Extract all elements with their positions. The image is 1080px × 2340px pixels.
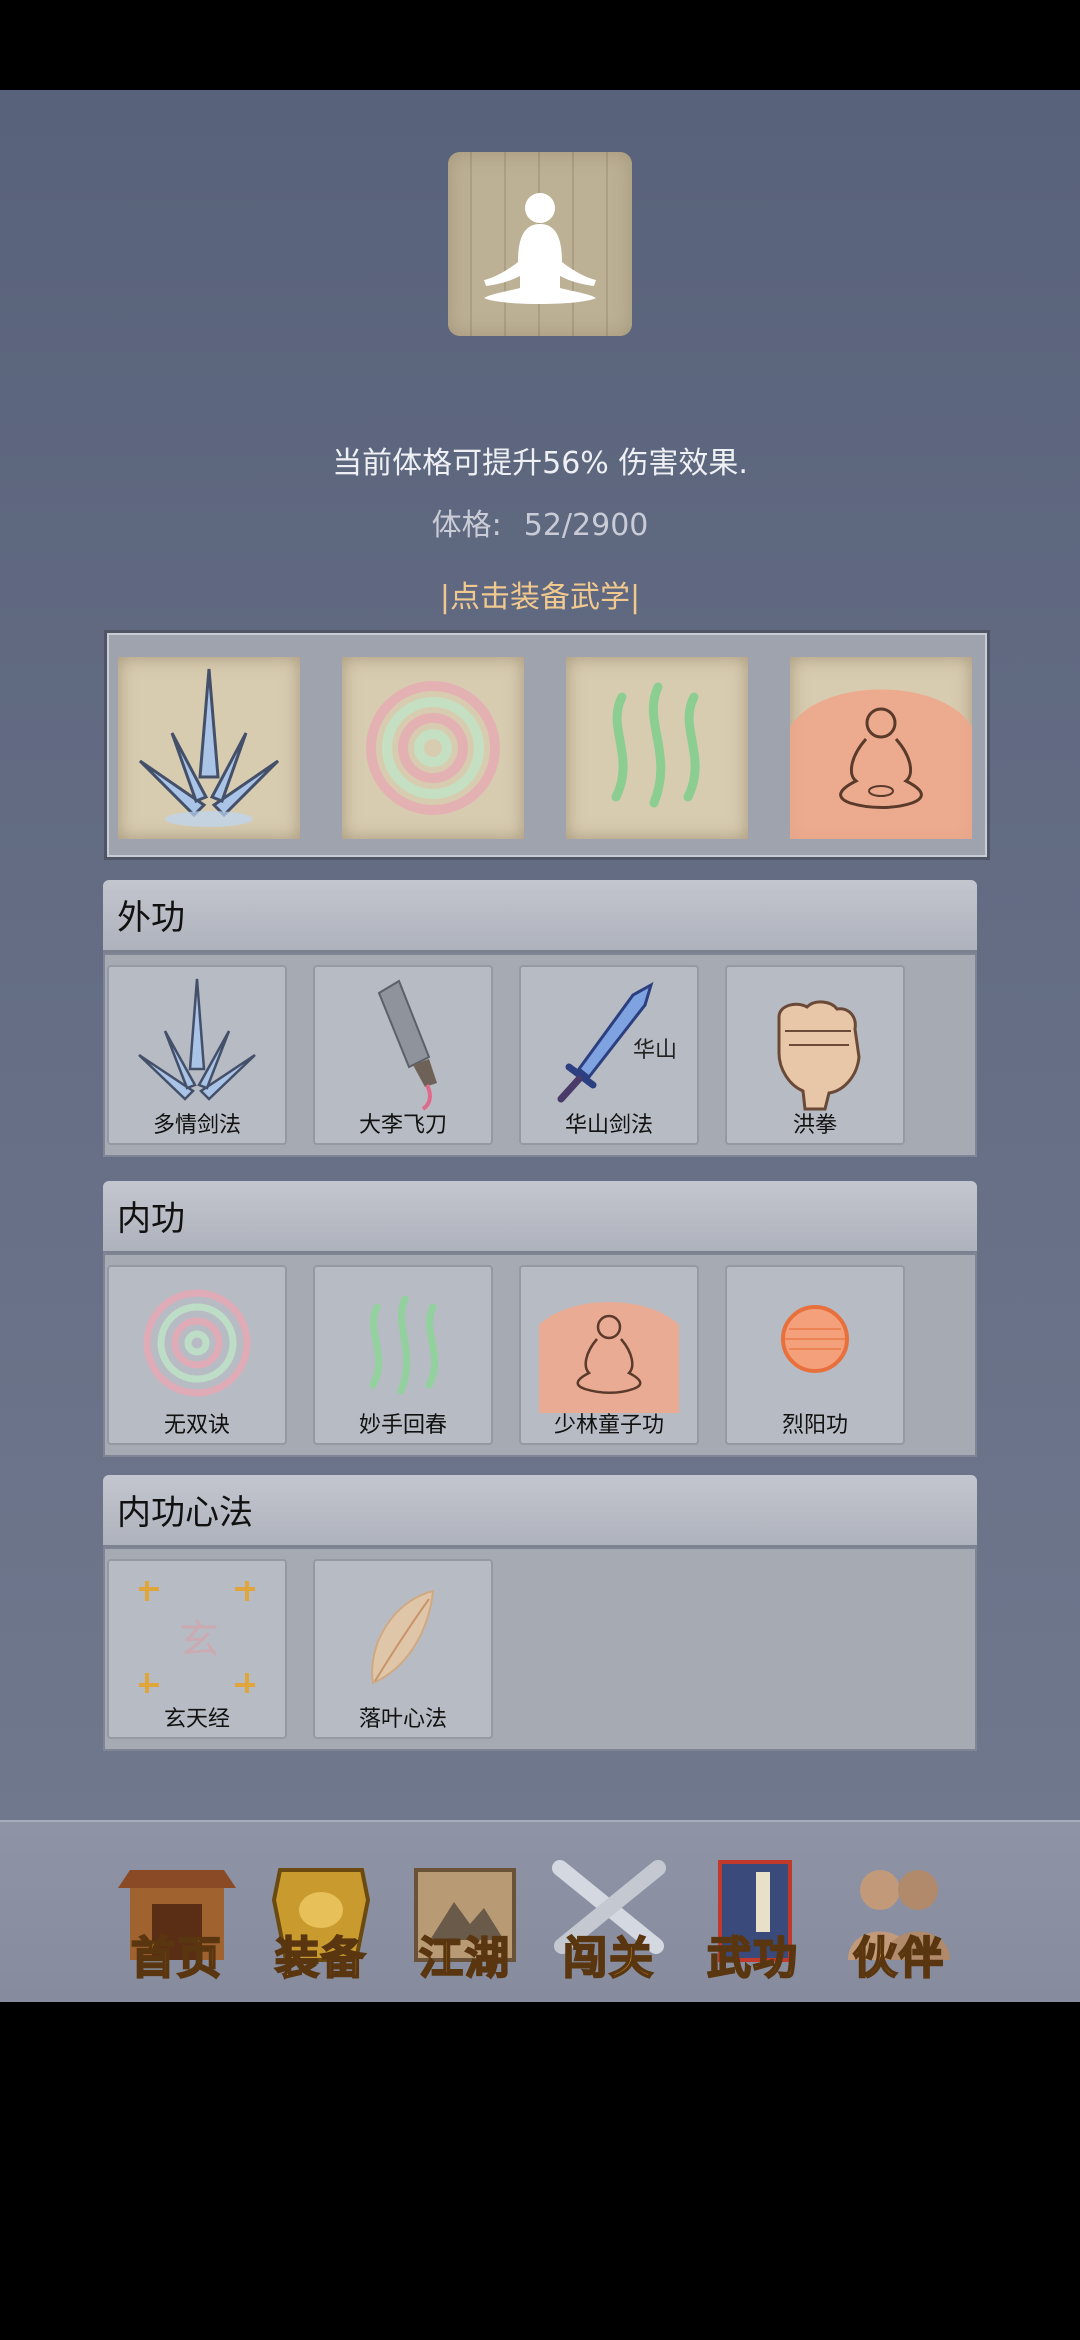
skill-card[interactable]: 大李飞刀: [313, 965, 493, 1145]
section-title: 内功: [117, 1199, 185, 1239]
skill-card[interactable]: 妙手回春: [313, 1265, 493, 1445]
nav-item-martial-arts[interactable]: 武功: [688, 1850, 818, 1985]
skill-label: 洪拳: [792, 1113, 837, 1138]
xuan-seal-icon: 玄: [139, 1581, 255, 1693]
section-title: 外功: [117, 898, 185, 938]
cleaver-icon: [377, 979, 437, 1111]
skill-card[interactable]: 多情剑法: [107, 965, 287, 1145]
nav-label: 首页: [130, 1932, 223, 1985]
skill-label: 大李飞刀: [358, 1113, 447, 1138]
skill-card[interactable]: 华山 华山剑法: [519, 965, 699, 1145]
equipped-skills-bar: [104, 630, 990, 860]
svg-text:玄: 玄: [179, 1617, 219, 1663]
skill-label: 少林童子功: [553, 1413, 664, 1438]
skill-card[interactable]: 无双诀: [107, 1265, 287, 1445]
meditation-figure-icon: [448, 152, 632, 336]
nav-label: 武功: [706, 1932, 799, 1985]
bottom-black-area: [0, 2002, 1080, 2340]
section-header-external: 外功: [103, 880, 977, 953]
section-title: 内功心法: [117, 1493, 253, 1533]
skill-card[interactable]: 少林童子功: [519, 1265, 699, 1445]
skill-card[interactable]: 落叶心法: [313, 1559, 493, 1739]
fist-icon: [777, 1000, 861, 1111]
constitution-label: 体格:: [431, 508, 502, 543]
section-header-mind-methods: 内功心法: [103, 1475, 977, 1548]
skill-card[interactable]: 玄 玄天经: [107, 1559, 287, 1739]
internal-skills-list: 无双诀 妙手回春 少林童子功 烈阳功: [103, 1253, 977, 1457]
nav-label: 江湖: [418, 1932, 511, 1985]
constitution-value: 52/2900: [523, 508, 649, 543]
buddha-aura-icon: [790, 689, 972, 839]
external-skills-list: 多情剑法 大李飞刀 华山 华山剑法 洪拳: [103, 953, 977, 1157]
equip-hint[interactable]: |点击装备武学|: [0, 572, 1080, 616]
spiral-icon: [143, 1289, 251, 1397]
equipped-slot[interactable]: [790, 657, 972, 839]
section-header-internal: 内功: [103, 1181, 977, 1254]
damage-bonus-text: 当前体格可提升56% 伤害效果.: [332, 446, 748, 481]
nav-item-equipment[interactable]: 装备: [256, 1850, 386, 1985]
skill-label: 落叶心法: [358, 1707, 447, 1732]
mind-methods-list: 玄 玄天经 落叶心法: [103, 1547, 977, 1751]
green-waves-icon: [369, 1295, 439, 1395]
skill-label: 烈阳功: [781, 1413, 848, 1438]
skill-label: 多情剑法: [152, 1113, 241, 1138]
nav-item-companions[interactable]: 伙伴: [834, 1850, 964, 1985]
constitution-stat: 体格: 52/2900: [0, 500, 1080, 544]
nav-label: 伙伴: [852, 1932, 945, 1985]
skill-label: 妙手回春: [358, 1413, 447, 1438]
equipped-slot[interactable]: [342, 657, 524, 839]
skill-label: 玄天经: [163, 1707, 230, 1732]
nav-label: 装备: [274, 1932, 367, 1985]
equipped-slot[interactable]: [118, 657, 300, 839]
leaf-icon: [371, 1589, 435, 1685]
skill-card[interactable]: 烈阳功: [725, 1265, 905, 1445]
skill-card[interactable]: 洪拳: [725, 965, 905, 1145]
skill-label: 无双诀: [163, 1413, 230, 1438]
status-bar: [0, 0, 1080, 90]
sun-orb-icon: [781, 1305, 849, 1373]
skill-label: 华山剑法: [564, 1113, 653, 1138]
nav-label: 闯关: [562, 1932, 655, 1985]
huashan-sword-icon: 华山: [557, 981, 677, 1103]
nav-item-jianghu[interactable]: 江湖: [400, 1850, 530, 1985]
spiral-icon: [366, 681, 500, 815]
bottom-nav-bar: 首页 装备 江湖 闯关 武功 伙伴: [0, 1820, 1080, 2004]
crystal-blades-icon: [138, 978, 256, 1101]
buddha-aura-icon: [539, 1302, 679, 1413]
nav-item-home[interactable]: 首页: [112, 1850, 242, 1985]
nav-item-challenge[interactable]: 闯关: [544, 1850, 674, 1985]
green-waves-icon: [611, 682, 700, 808]
crystal-blades-icon: [138, 668, 280, 827]
equipped-slot[interactable]: [566, 657, 748, 839]
svg-text:华山: 华山: [633, 1038, 677, 1063]
